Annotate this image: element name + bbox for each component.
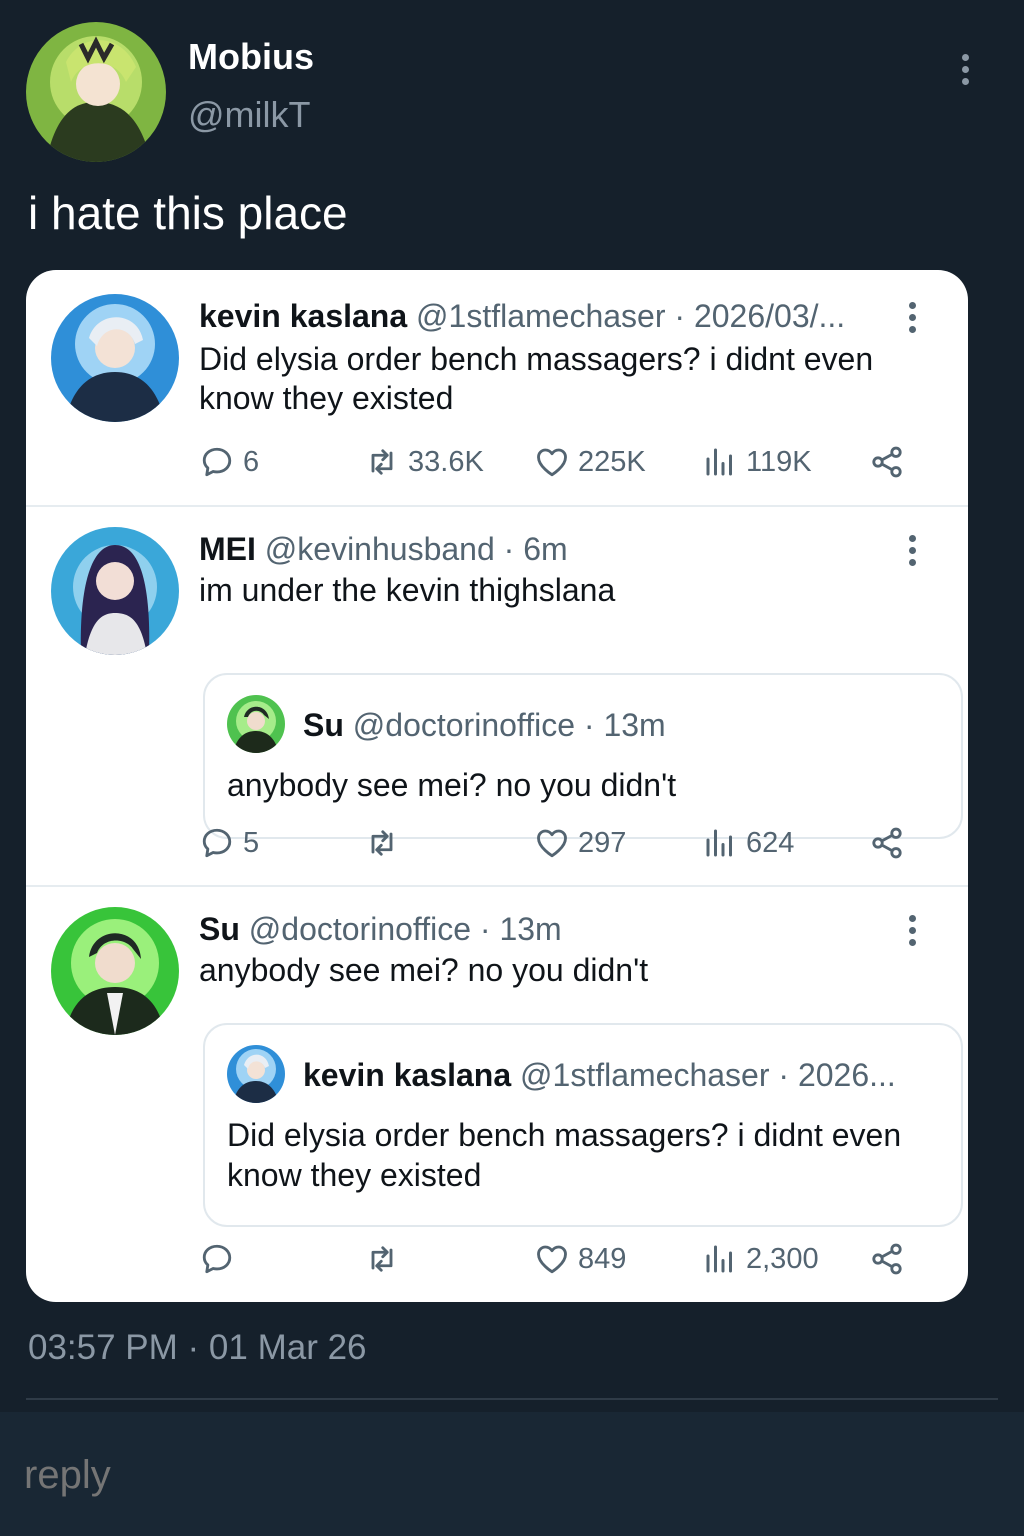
repost-arrows-icon	[364, 825, 400, 861]
post-header: kevin kaslana @1stflamechaser · 2026/03/…	[199, 298, 845, 335]
share-nodes-icon	[869, 1241, 905, 1277]
action-bar: 5 297 624	[26, 825, 968, 869]
repost-button[interactable]	[364, 825, 408, 861]
post-author-name[interactable]: Su	[199, 911, 240, 947]
views-count: 2,300	[746, 1242, 819, 1275]
like-button[interactable]: 225K	[534, 444, 646, 480]
post-text: im under the kevin thighslana	[199, 572, 616, 608]
quoted-author-name[interactable]: Su	[303, 707, 344, 743]
reply-button[interactable]: 6	[199, 444, 259, 480]
speech-bubble-icon	[199, 825, 235, 861]
views-button[interactable]: 624	[702, 825, 794, 861]
bar-chart-icon	[702, 444, 738, 480]
avatar[interactable]	[51, 527, 179, 655]
post-author-name[interactable]: kevin kaslana	[199, 298, 407, 334]
quoted-avatar[interactable]	[227, 1045, 285, 1103]
share-button[interactable]	[869, 825, 905, 861]
heart-icon	[534, 444, 570, 480]
repost-count: 33.6K	[408, 445, 484, 478]
post-text: Did elysia order bench massagers? i didn…	[199, 341, 874, 416]
like-button[interactable]: 849	[534, 1241, 626, 1277]
reply-count: 6	[243, 445, 260, 478]
heart-icon	[534, 825, 570, 861]
divider	[26, 1398, 998, 1400]
like-count: 225K	[578, 445, 646, 478]
action-bar: 6 33.6K 225K 119K	[26, 444, 968, 488]
reply-bar	[0, 1412, 1024, 1536]
share-nodes-icon	[869, 825, 905, 861]
like-count: 297	[578, 826, 627, 859]
reply-button[interactable]: 5	[199, 825, 259, 861]
action-bar: 849 2,300	[26, 1241, 968, 1285]
quoted-author-name[interactable]: kevin kaslana	[303, 1057, 511, 1093]
speech-bubble-icon	[199, 444, 235, 480]
repost-button[interactable]	[364, 1241, 408, 1277]
post-author-name[interactable]: MEI	[199, 531, 256, 567]
tweet-text: i hate this place	[28, 187, 348, 239]
author-handle[interactable]: @milkT	[188, 94, 311, 136]
views-count: 624	[746, 826, 795, 859]
bar-chart-icon	[702, 825, 738, 861]
post-header: Su @doctorinoffice · 13m	[199, 911, 562, 948]
reply-input[interactable]	[22, 1452, 541, 1499]
heart-icon	[534, 1241, 570, 1277]
avatar[interactable]	[51, 294, 179, 422]
views-button[interactable]: 2,300	[702, 1241, 819, 1277]
quoted-author-handle[interactable]: @1stflamechaser · 2026...	[520, 1057, 896, 1093]
more-options-icon[interactable]	[909, 915, 916, 946]
repost-button[interactable]: 33.6K	[364, 444, 484, 480]
tweet-header: Mobius @milkT	[26, 22, 1006, 162]
more-options-icon[interactable]	[909, 535, 916, 566]
post-text: anybody see mei? no you didn't	[199, 952, 649, 988]
more-options-icon[interactable]	[962, 54, 969, 85]
quoted-header: Su @doctorinoffice · 13m	[303, 707, 666, 744]
share-button[interactable]	[869, 444, 905, 480]
post-author-handle[interactable]: @doctorinoffice · 13m	[249, 911, 562, 947]
repost-arrows-icon	[364, 444, 400, 480]
like-button[interactable]: 297	[534, 825, 626, 861]
views-button[interactable]: 119K	[702, 444, 812, 480]
quoted-header: kevin kaslana @1stflamechaser · 2026...	[303, 1057, 896, 1094]
share-nodes-icon	[869, 444, 905, 480]
reply-button[interactable]	[199, 1241, 243, 1277]
share-button[interactable]	[869, 1241, 905, 1277]
more-options-icon[interactable]	[909, 302, 916, 333]
embedded-thread-card: kevin kaslana @1stflamechaser · 2026/03/…	[26, 270, 968, 1302]
post-mei[interactable]: MEI @kevinhusband · 6m im under the kevi…	[26, 507, 968, 885]
like-count: 849	[578, 1242, 627, 1275]
post-kevin[interactable]: kevin kaslana @1stflamechaser · 2026/03/…	[26, 270, 968, 506]
quoted-post[interactable]: kevin kaslana @1stflamechaser · 2026... …	[203, 1023, 963, 1227]
speech-bubble-icon	[199, 1241, 235, 1277]
post-author-handle[interactable]: @1stflamechaser · 2026/03/...	[416, 298, 845, 334]
reply-count: 5	[243, 826, 260, 859]
quoted-author-handle[interactable]: @doctorinoffice · 13m	[353, 707, 666, 743]
post-author-handle[interactable]: @kevinhusband · 6m	[265, 531, 568, 567]
repost-arrows-icon	[364, 1241, 400, 1277]
author-name[interactable]: Mobius	[188, 36, 314, 78]
avatar[interactable]	[51, 907, 179, 1035]
bar-chart-icon	[702, 1241, 738, 1277]
post-header: MEI @kevinhusband · 6m	[199, 531, 568, 568]
author-avatar[interactable]	[26, 22, 166, 162]
quoted-text: anybody see mei? no you didn't	[227, 767, 677, 803]
tweet-timestamp: 03:57 PM · 01 Mar 26	[28, 1328, 367, 1367]
views-count: 119K	[746, 445, 812, 478]
post-su[interactable]: Su @doctorinoffice · 13m anybody see mei…	[26, 887, 968, 1302]
quoted-text: Did elysia order bench massagers? i didn…	[227, 1117, 902, 1193]
quoted-post[interactable]: Su @doctorinoffice · 13m anybody see mei…	[203, 673, 963, 839]
quoted-avatar[interactable]	[227, 695, 285, 753]
